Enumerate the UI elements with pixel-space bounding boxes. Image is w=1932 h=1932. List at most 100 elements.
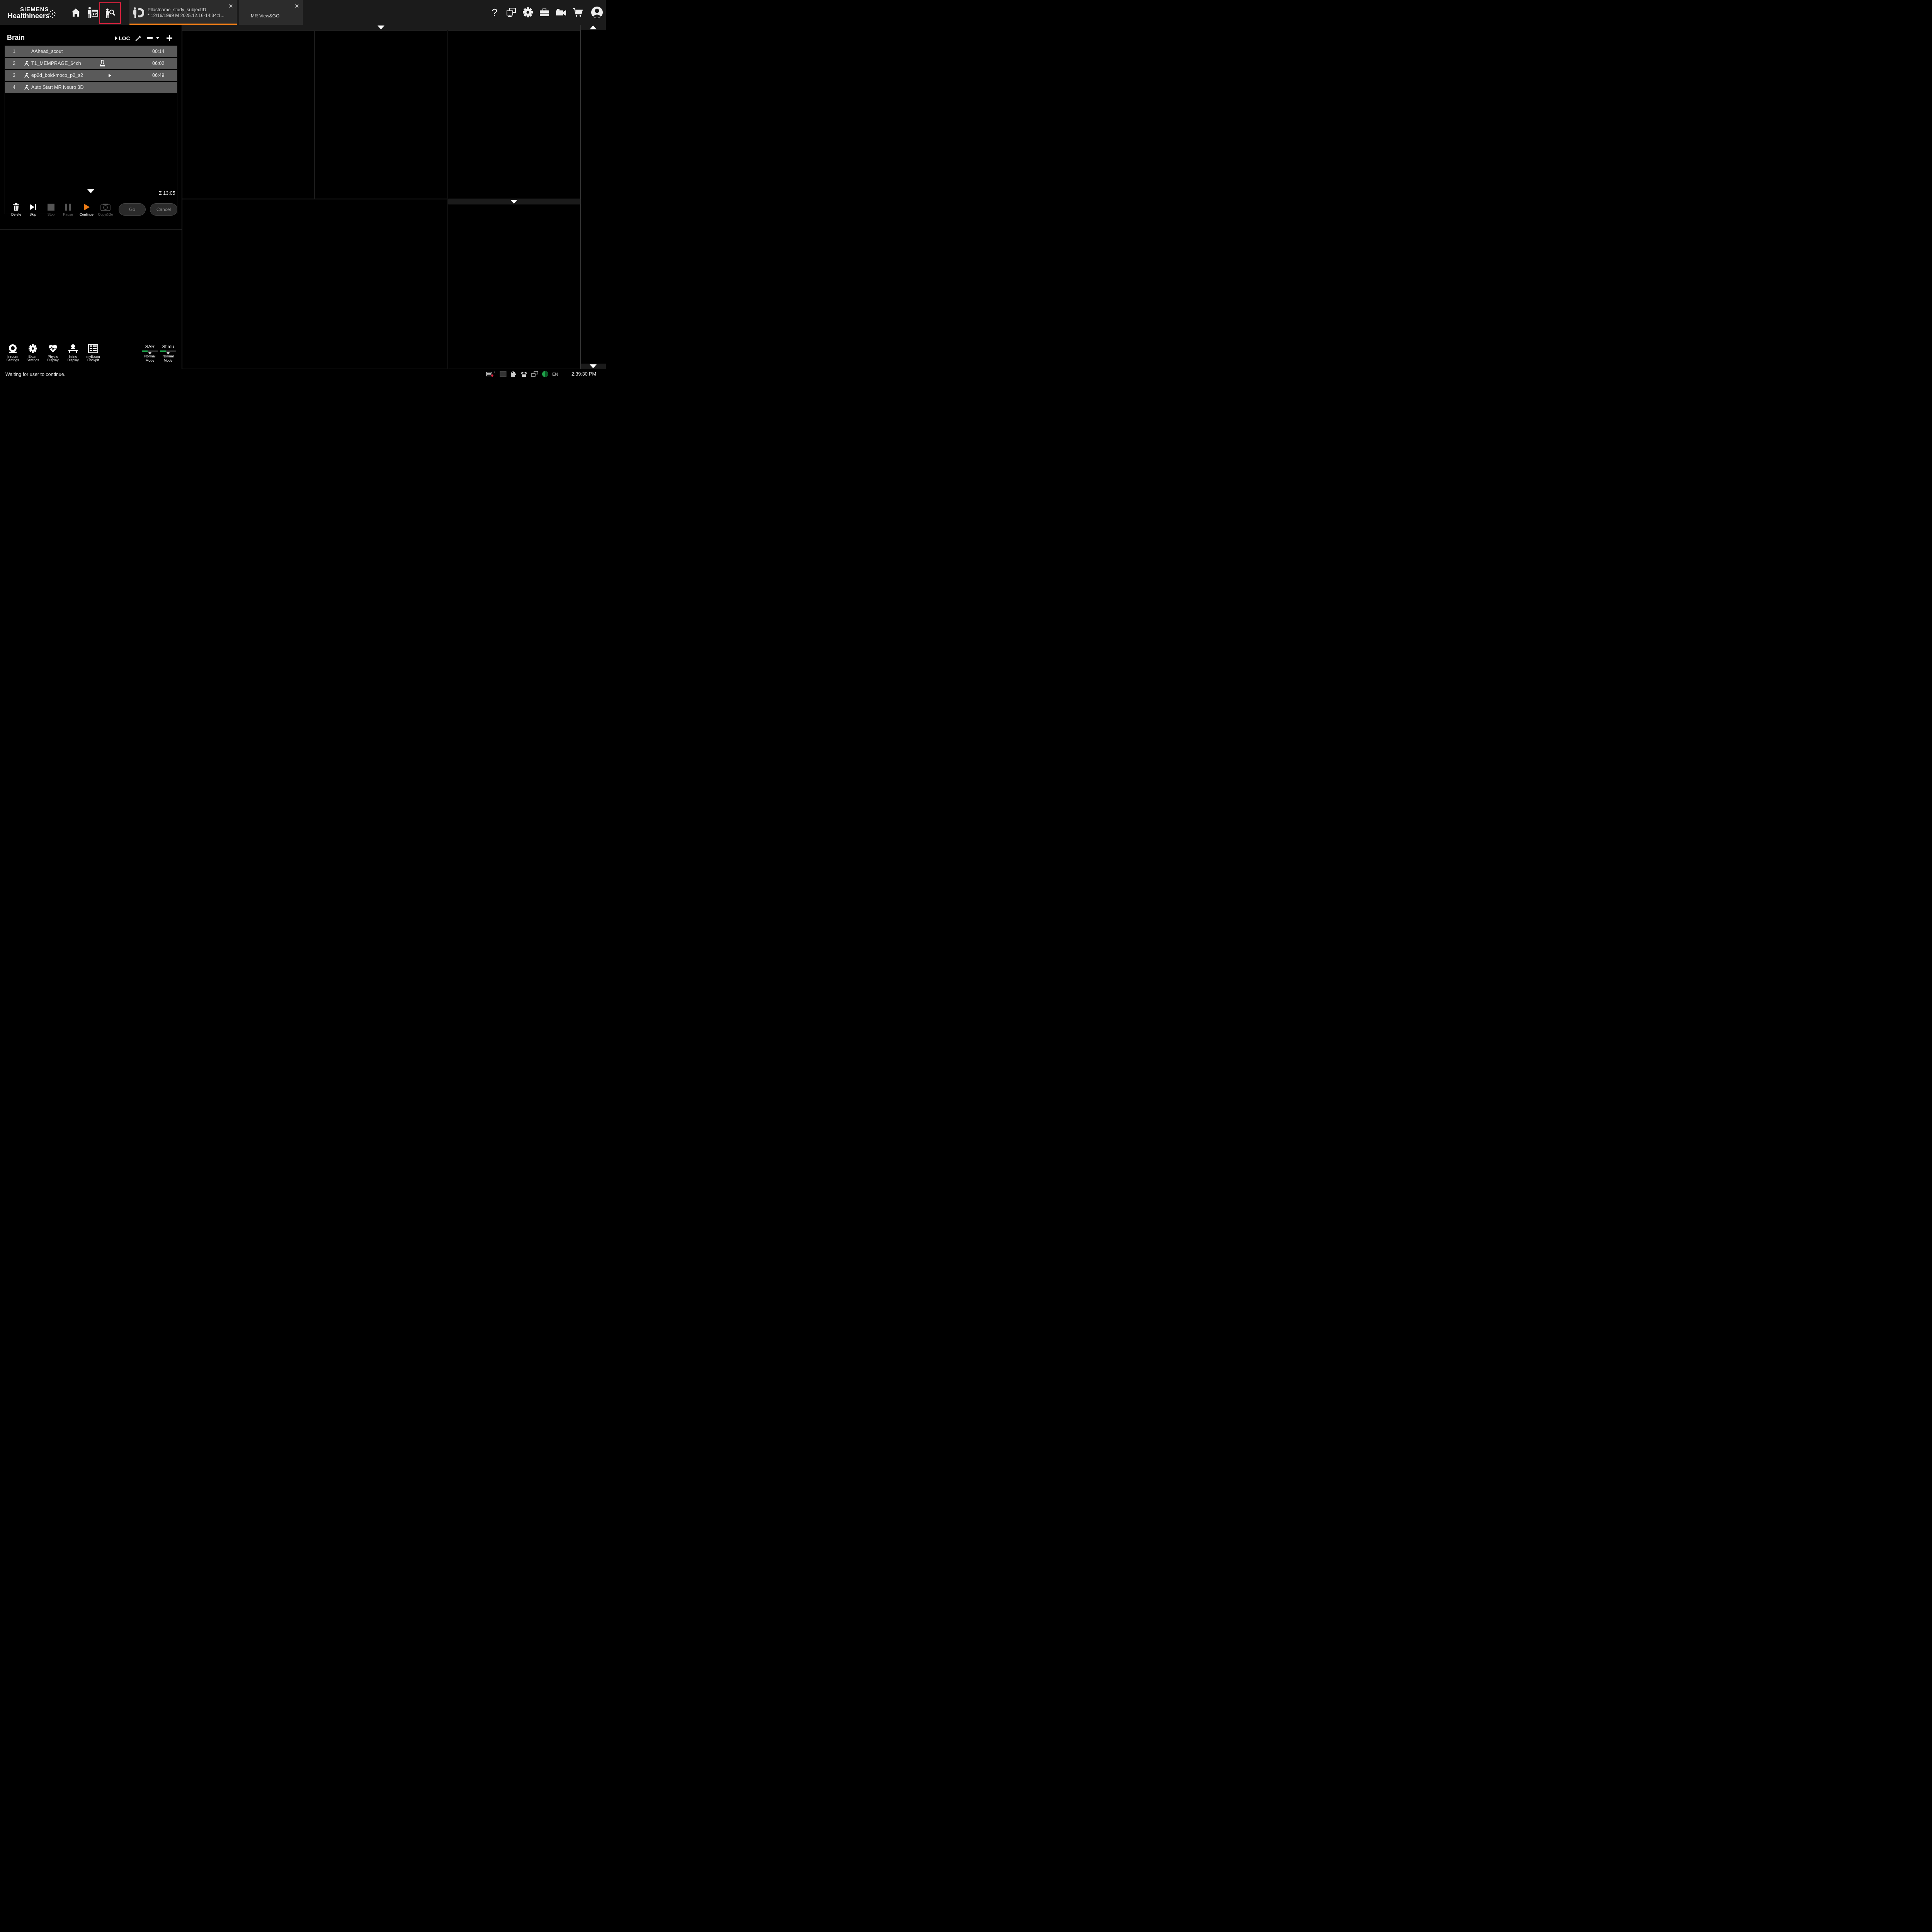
sar-mode-2: Mode — [145, 359, 155, 362]
intercom-phone-icon[interactable] — [520, 371, 527, 377]
inline-label-2: Display — [67, 358, 79, 362]
close-tab-patient-icon[interactable]: ✕ — [228, 3, 233, 10]
shopping-cart-icon[interactable] — [571, 5, 585, 19]
protocol-index: 1 — [13, 49, 15, 54]
tab-mr-view-go-title: MR View&GO — [251, 13, 280, 19]
camera-icon[interactable] — [554, 5, 568, 19]
go-button[interactable]: Go — [119, 203, 146, 216]
multi-monitor-icon[interactable] — [504, 5, 518, 19]
screen-status-icon[interactable] — [500, 371, 507, 377]
help-icon[interactable]: ? — [488, 5, 502, 19]
copy-go-button[interactable]: Copy&Go — [98, 203, 113, 216]
thumbnail-scroll-down-icon[interactable] — [590, 364, 597, 368]
tab-patient-subtitle: * 12/16/1999 M 2025.12.16-14:34:1... — [148, 13, 224, 18]
continue-play-icon — [84, 204, 90, 211]
stop-button[interactable]: Stop — [43, 203, 59, 216]
total-scan-time: Σ 13:05 — [159, 190, 175, 196]
protocol-name: AAhead_scout — [31, 49, 63, 54]
expand-queue-chevron-icon[interactable] — [87, 189, 94, 193]
autovoice-person-icon — [24, 85, 29, 90]
siemens-logo: SIEMENS Healthineers — [8, 5, 58, 21]
play-indicator-icon — [109, 74, 111, 77]
viewport-5[interactable] — [448, 204, 580, 369]
patient-schedule-icon[interactable] — [85, 5, 99, 19]
stimu-label: Stimu — [162, 344, 174, 349]
pause-button[interactable]: Pause — [60, 203, 76, 216]
tab-mr-view-go[interactable]: MR View&GO ✕ — [239, 0, 303, 25]
patient-search-icon[interactable] — [99, 2, 121, 24]
autovoice-person-icon — [24, 61, 29, 66]
copy-go-icon — [100, 204, 111, 211]
continue-button[interactable]: Continue — [79, 203, 94, 216]
loc-play-icon — [115, 36, 117, 40]
exam-queue-panel: Brain LOC 1 AAhead_scout 00:14 2 T1_MEMP… — [0, 25, 182, 369]
system-status-icon[interactable] — [542, 371, 549, 378]
thumbnail-strip[interactable] — [580, 25, 606, 369]
stimu-indicator[interactable]: Stimu Normal Mode — [160, 344, 177, 363]
sar-level-bar — [142, 350, 158, 352]
network-connection-icon[interactable] — [531, 371, 539, 377]
patient-head-icon[interactable] — [510, 371, 517, 378]
delete-button[interactable]: Delete — [9, 203, 24, 216]
viewport-4[interactable] — [182, 199, 447, 369]
stimu-level-bar — [160, 350, 176, 352]
status-message: Waiting for user to continue. — [5, 372, 66, 377]
sar-indicator[interactable]: SAR Normal Mode — [141, 344, 158, 363]
viewport-2[interactable] — [315, 30, 447, 199]
logo-dots-icon — [48, 10, 56, 18]
myexam-label-2: Cockpit — [87, 358, 99, 362]
myexam-cockpit-button[interactable]: myExam Cockpit — [84, 344, 102, 362]
flask-icon — [100, 60, 105, 66]
settings-gear-icon[interactable] — [521, 5, 535, 19]
viewport-3[interactable] — [448, 30, 580, 199]
close-tab-mr-view-go-icon[interactable]: ✕ — [294, 3, 299, 10]
viewport-1[interactable] — [182, 30, 315, 199]
protocol-time: 06:02 — [152, 61, 165, 66]
loc-button[interactable]: LOC — [115, 35, 130, 41]
contrast-injector-icon[interactable] — [135, 35, 141, 41]
logo-line2: Healthineers — [8, 12, 50, 20]
sar-mode-1: Normal — [144, 354, 156, 358]
protocol-index: 2 — [13, 61, 15, 66]
pause-icon — [65, 204, 71, 211]
protocol-name: T1_MEMPRAGE_64ch — [31, 61, 81, 66]
thumbnail-scroll-up-icon[interactable] — [590, 26, 597, 29]
protocol-row[interactable]: 4 Auto Start MR Neuro 3D — [5, 82, 177, 93]
protocol-row[interactable]: 2 T1_MEMPRAGE_64ch 06:02 — [5, 58, 177, 69]
system-clock: 2:39:30 PM — [571, 371, 596, 377]
protocol-row[interactable]: 1 AAhead_scout 00:14 — [5, 46, 177, 57]
more-options-button[interactable] — [147, 36, 160, 40]
protocol-row[interactable]: 3 ep2d_bold-moco_p2_s2 06:49 — [5, 70, 177, 81]
top-bar: SIEMENS Healthineers Pllastname_study_su… — [0, 0, 606, 25]
exam-settings-button[interactable]: Exam Settings — [24, 344, 42, 362]
inline-display-button[interactable]: Inline Display — [64, 344, 82, 362]
home-icon[interactable] — [69, 5, 83, 19]
add-protocol-icon[interactable] — [167, 35, 172, 41]
delete-label: Delete — [11, 213, 21, 216]
network-alert-icon[interactable]: ! — [486, 371, 495, 377]
pause-label: Pause — [63, 213, 73, 216]
protocol-name: Auto Start MR Neuro 3D — [31, 85, 84, 90]
loc-label: LOC — [119, 35, 130, 41]
user-avatar-icon[interactable] — [590, 5, 604, 19]
inroom-settings-button[interactable]: Inroom Settings — [3, 344, 22, 362]
viewport-5-chevron-icon[interactable] — [510, 200, 517, 204]
language-indicator[interactable]: EN — [552, 372, 558, 377]
cancel-button[interactable]: Cancel — [150, 203, 177, 216]
toolbox-icon[interactable] — [537, 5, 551, 19]
exam-gear-icon — [29, 344, 37, 353]
checklist-icon — [88, 344, 98, 353]
program-title: Brain — [7, 34, 25, 41]
skip-icon — [30, 204, 36, 210]
inline-display-icon — [68, 344, 78, 353]
tab-patient[interactable]: Pllastname_study_subjectID * 12/16/1999 … — [129, 0, 237, 25]
skip-button[interactable]: Skip — [25, 203, 41, 216]
more-options-icon — [147, 37, 153, 39]
heart-pulse-icon — [48, 345, 58, 352]
inroom-scanner-icon — [9, 344, 17, 353]
physio-display-button[interactable]: Physio Display — [44, 344, 62, 362]
skip-label: Skip — [29, 213, 36, 216]
patient-exam-icon — [133, 7, 144, 18]
status-bar: Waiting for user to continue. ! EN 2:39:… — [0, 369, 606, 379]
viewer-top-chevron-icon[interactable] — [378, 26, 384, 29]
